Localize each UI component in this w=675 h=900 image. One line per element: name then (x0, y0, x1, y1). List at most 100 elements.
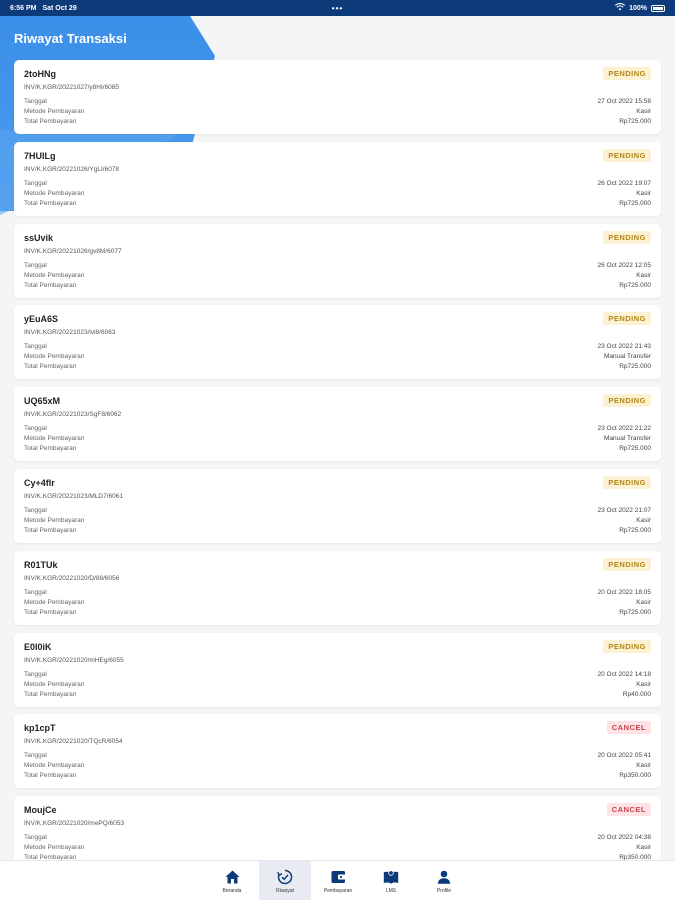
transaction-code: 2toHNg (24, 69, 56, 79)
row-metode: Metode Pembayaran Kasir (24, 761, 651, 771)
row-total: Total Pembayaran Rp725.000 (24, 117, 651, 127)
nav-item-pembayaran[interactable]: Pembayaran (312, 861, 364, 900)
label-total: Total Pembayaran (24, 608, 77, 616)
invoice-number: INV/K.KGR/20221020/mHEg/6055 (24, 656, 124, 664)
transaction-card[interactable]: Cy+4flr PENDING INV/K.KGR/20221023/MLD7/… (14, 468, 661, 543)
nav-label: Beranda (222, 887, 242, 894)
invoice-number: INV/K.KGR/20221027/y8HI/6085 (24, 84, 120, 91)
value-tanggal: 20 Oct 2022 04:38 (597, 834, 652, 842)
label-metode: Metode Pembayaran (24, 435, 85, 443)
value-total: Rp725.000 (619, 199, 651, 207)
row-tanggal: Tanggal 20 Oct 2022 14:18 (24, 670, 651, 680)
row-total: Total Pembayaran Rp725.000 (24, 281, 651, 291)
transaction-card[interactable]: UQ65xM PENDING INV/K.KGR/20221023/SgF8/6… (14, 387, 661, 462)
row-tanggal: Tanggal 20 Oct 2022 18:05 (24, 588, 651, 598)
transaction-card[interactable]: kp1cpT CANCEL INV/K.KGR/20221020/TQcR/60… (14, 714, 661, 789)
label-tanggal: Tanggal (24, 425, 47, 433)
multitask-dots[interactable]: ••• (332, 4, 343, 13)
value-total: Rp725.000 (619, 526, 651, 534)
transaction-card[interactable]: yEuA6S PENDING INV/K.KGR/20221023/lvl8/6… (14, 305, 661, 380)
transaction-card[interactable]: E0l0iK PENDING INV/K.KGR/20221020/mHEg/6… (14, 632, 661, 707)
transaction-code: 7HUILg (24, 150, 56, 161)
nav-item-lms[interactable]: LMS (365, 861, 417, 900)
nav-label: Profile (436, 887, 452, 894)
value-tanggal: 26 Oct 2022 19:07 (597, 179, 652, 187)
row-metode: Metode Pembayaran Kasir (24, 107, 651, 117)
row-metode: Metode Pembayaran Manual Transfer (24, 352, 651, 362)
nav-item-riwayat[interactable]: Riwayat (259, 861, 311, 900)
value-metode: Kasir (636, 762, 651, 770)
transaction-code: yEuA6S (24, 314, 59, 325)
transaction-card[interactable]: R01TUk PENDING INV/K.KGR/20221020/D/88/6… (14, 550, 661, 625)
nav-item-beranda[interactable]: Beranda (206, 861, 258, 900)
value-metode: Kasir (636, 844, 651, 852)
user-icon (436, 869, 452, 885)
row-tanggal: Tanggal 20 Oct 2022 04:38 (24, 833, 651, 843)
transaction-card[interactable]: 7HUILg PENDING INV/K.KGR/20221026/YgLI/6… (14, 141, 661, 216)
row-total: Total Pembayaran Rp725.000 (24, 362, 651, 372)
row-tanggal: Tanggal 23 Oct 2022 21:07 (24, 506, 651, 516)
status-badge: PENDING (603, 475, 651, 489)
label-metode: Metode Pembayaran (24, 844, 85, 852)
invoice-number: INV/K.KGR/20221020/TQcR/6054 (24, 738, 123, 746)
status-badge: CANCEL (606, 803, 651, 817)
label-metode: Metode Pembayaran (24, 680, 85, 688)
row-metode: Metode Pembayaran Kasir (24, 189, 651, 199)
invoice-number: INV/K.KGR/20221020/D/88/6056 (24, 574, 120, 582)
label-metode: Metode Pembayaran (24, 353, 85, 361)
label-total: Total Pembayaran (24, 118, 77, 125)
value-metode: Manual Transfer (604, 435, 651, 443)
row-total: Total Pembayaran Rp725.000 (24, 199, 651, 209)
label-tanggal: Tanggal (24, 98, 47, 105)
status-time: 6:56 PM (10, 4, 37, 12)
value-tanggal: 20 Oct 2022 05:41 (597, 752, 652, 760)
label-total: Total Pembayaran (24, 199, 77, 207)
book-icon (383, 869, 399, 885)
transaction-card[interactable]: 2toHNg PENDING INV/K.KGR/20221027/y8HI/6… (14, 60, 661, 134)
value-metode: Kasir (636, 108, 651, 115)
value-total: Rp350.000 (619, 772, 651, 780)
value-metode: Kasir (636, 598, 651, 606)
row-total: Total Pembayaran Rp725.000 (24, 608, 651, 618)
invoice-number: INV/K.KGR/20221023/lvl8/6063 (24, 329, 116, 337)
label-tanggal: Tanggal (24, 834, 47, 842)
battery-icon (651, 4, 665, 12)
transaction-code: kp1cpT (24, 723, 56, 734)
label-total: Total Pembayaran (24, 363, 77, 371)
status-badge: PENDING (603, 639, 651, 653)
battery-percent: 100% (629, 4, 647, 12)
wifi-icon (615, 3, 626, 13)
value-tanggal: 20 Oct 2022 18:05 (597, 588, 652, 596)
transaction-code: UQ65xM (24, 396, 61, 407)
label-tanggal: Tanggal (24, 506, 47, 514)
row-total: Total Pembayaran Rp725.000 (24, 526, 651, 536)
row-metode: Metode Pembayaran Kasir (24, 271, 651, 281)
value-tanggal: 27 Oct 2022 15:58 (597, 98, 652, 105)
label-metode: Metode Pembayaran (24, 762, 85, 770)
label-total: Total Pembayaran (24, 772, 77, 780)
bottom-nav: Beranda Riwayat Pembayaran LMS Profile (0, 860, 675, 900)
nav-item-profile[interactable]: Profile (418, 861, 470, 900)
wallet-icon (330, 869, 346, 885)
label-tanggal: Tanggal (24, 179, 47, 187)
transaction-card[interactable]: ssUvik PENDING INV/K.KGR/20221026/gv8M/6… (14, 223, 661, 298)
value-total: Rp725.000 (619, 281, 651, 289)
status-date: Sat Oct 29 (42, 4, 77, 12)
row-metode: Metode Pembayaran Kasir (24, 680, 651, 690)
nav-label: LMS (385, 887, 397, 894)
invoice-number: INV/K.KGR/20221026/gv8M/6077 (24, 247, 122, 255)
nav-label: Pembayaran (323, 887, 353, 894)
row-total: Total Pembayaran Rp350.000 (24, 771, 651, 781)
row-tanggal: Tanggal 26 Oct 2022 19:07 (24, 179, 651, 189)
label-metode: Metode Pembayaran (24, 189, 85, 197)
label-metode: Metode Pembayaran (24, 271, 85, 279)
label-tanggal: Tanggal (24, 261, 47, 269)
page-title: Riwayat Transaksi (14, 31, 127, 46)
value-metode: Kasir (636, 516, 651, 524)
row-metode: Metode Pembayaran Kasir (24, 598, 651, 608)
transaction-code: Cy+4flr (24, 477, 55, 488)
value-total: Rp725.000 (619, 118, 651, 125)
invoice-number: INV/K.KGR/20221026/YgLI/6078 (24, 165, 120, 173)
label-metode: Metode Pembayaran (24, 516, 85, 524)
row-metode: Metode Pembayaran Kasir (24, 516, 651, 526)
